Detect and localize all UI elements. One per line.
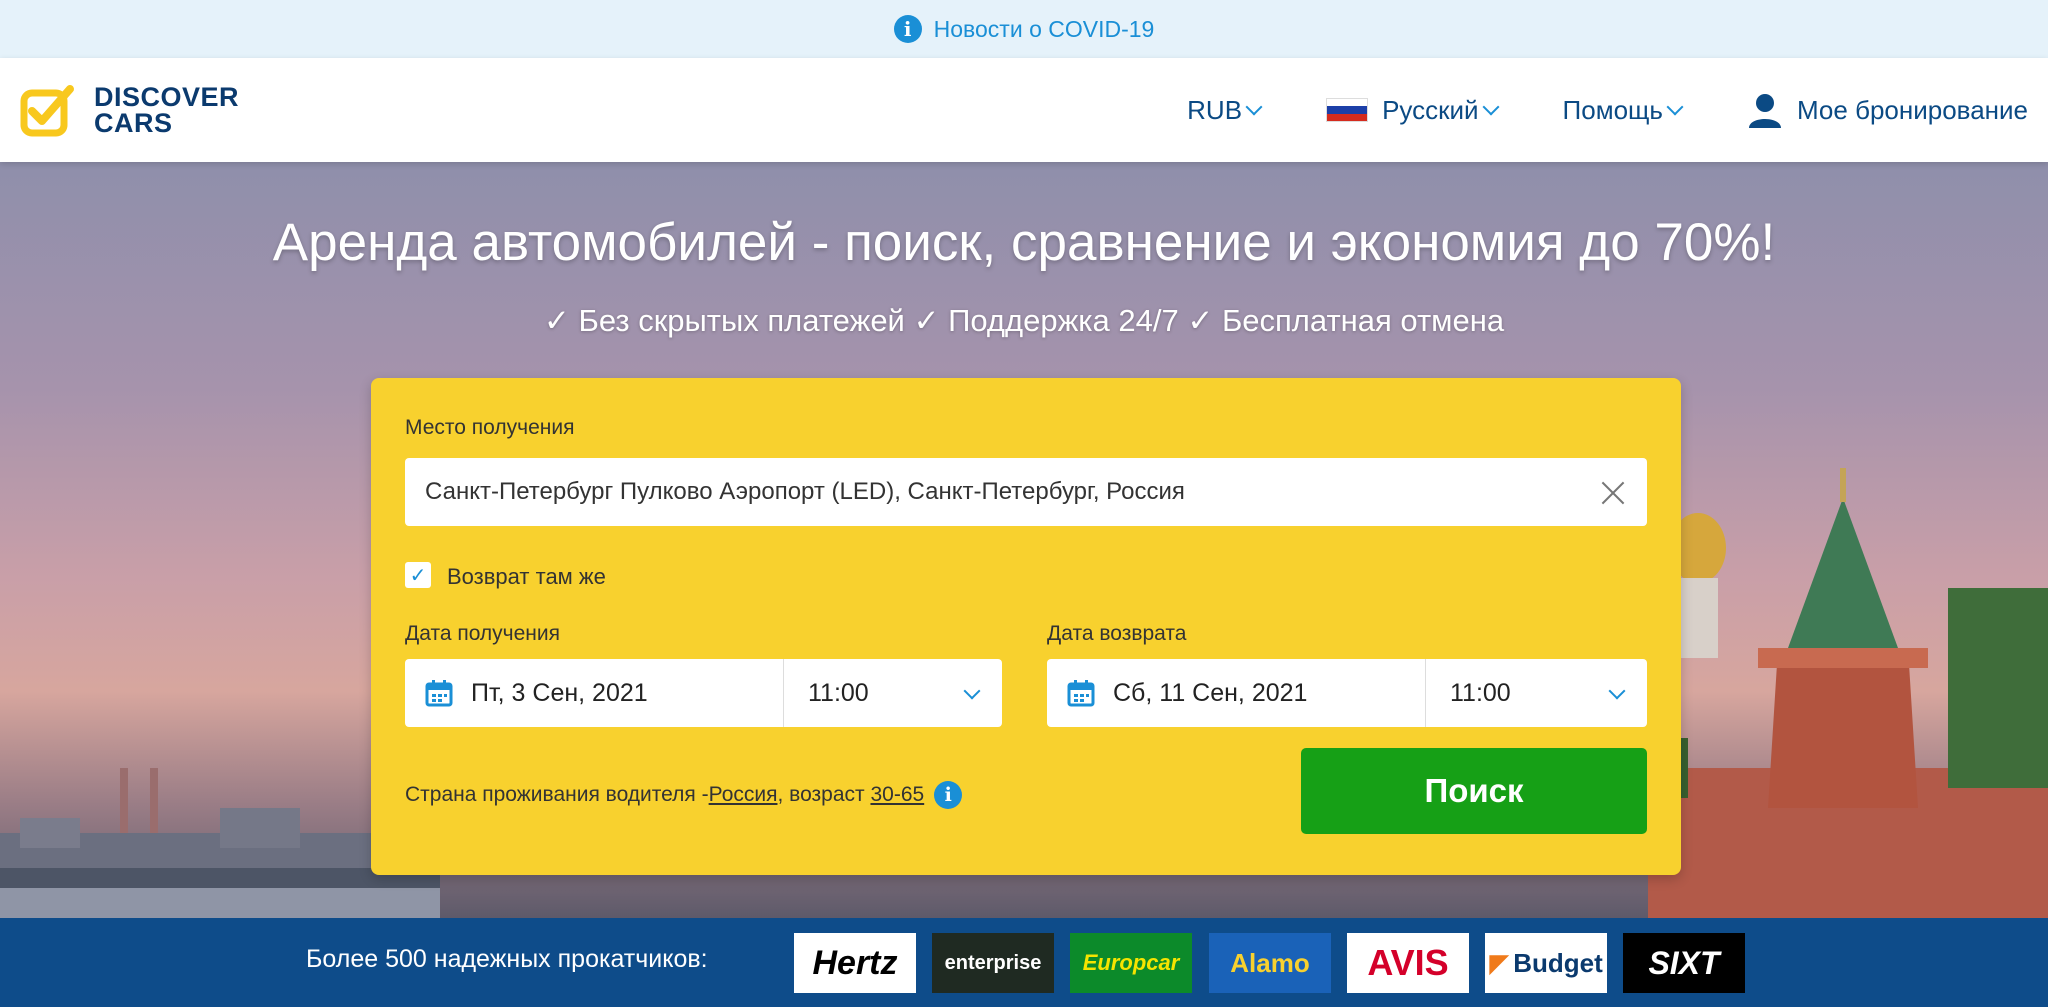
- residence-country-link[interactable]: Россия: [709, 783, 778, 807]
- user-icon: [1748, 94, 1781, 128]
- covid-banner[interactable]: i Новости о COVID-19: [0, 0, 2048, 58]
- russia-flag-icon: [1326, 98, 1369, 122]
- same-return-checkbox[interactable]: ✓: [405, 562, 431, 588]
- same-return-label: Возврат там же: [447, 564, 606, 589]
- pickup-location-input[interactable]: Санкт-Петербург Пулково Аэропорт (LED), …: [405, 458, 1647, 526]
- logo-check-icon: [20, 85, 74, 137]
- chevron-down-icon: [1482, 98, 1500, 116]
- partners-label: Более 500 надежных прокатчиков:: [306, 945, 708, 973]
- chevron-down-icon: [1608, 682, 1626, 700]
- calendar-icon: [1067, 680, 1095, 707]
- chevron-down-icon: [1245, 98, 1263, 116]
- help-menu[interactable]: Помощь: [1563, 95, 1684, 126]
- driver-residence: Страна проживания водителя - Россия , во…: [405, 781, 963, 809]
- info-icon: i: [893, 15, 922, 43]
- hero-subtitle: ✓ Без скрытых платежей ✓ Поддержка 24/7 …: [543, 303, 1505, 338]
- pickup-location-label: Место получения: [405, 416, 575, 439]
- search-form: Место получения Санкт-Петербург Пулково …: [371, 378, 1681, 875]
- pickup-time-select[interactable]: 11:00: [783, 659, 1002, 727]
- return-date-label: Дата возврата: [1047, 622, 1187, 645]
- partners-bar: Более 500 надежных прокатчиков: Hertz en…: [0, 918, 2048, 1007]
- search-button[interactable]: Поиск: [1301, 748, 1647, 834]
- budget-mark-icon: ◤: [1489, 947, 1510, 978]
- driver-age-link[interactable]: 30-65: [870, 783, 924, 807]
- calendar-icon: [425, 680, 453, 707]
- currency-selector[interactable]: RUB: [1187, 95, 1263, 126]
- enterprise-logo: enterprise: [932, 933, 1054, 993]
- site-header: DISCOVER CARS RUB Русский Помощь Мое бро…: [0, 58, 2048, 162]
- hero-title: Аренда автомобилей - поиск, сравнение и …: [272, 213, 1776, 272]
- my-booking-link[interactable]: Мое бронирование: [1747, 92, 2028, 128]
- logo-text: DISCOVER CARS: [94, 82, 240, 138]
- pickup-date-field[interactable]: Пт, 3 Сен, 2021 11:00: [405, 659, 1002, 727]
- pickup-date-label: Дата получения: [405, 622, 560, 645]
- alamo-logo: Alamo: [1209, 933, 1331, 993]
- avis-logo: AVIS: [1347, 933, 1469, 993]
- hertz-logo: Hertz: [794, 933, 916, 993]
- return-date-field[interactable]: Сб, 11 Сен, 2021 11:00: [1047, 659, 1647, 727]
- header-nav: RUB Русский Помощь Мое бронирование: [1121, 58, 2028, 162]
- pickup-date-picker[interactable]: Пт, 3 Сен, 2021: [405, 659, 783, 727]
- chevron-down-icon: [963, 682, 981, 700]
- return-date-picker[interactable]: Сб, 11 Сен, 2021: [1047, 659, 1425, 727]
- covid-news-link[interactable]: Новости о COVID-19: [934, 16, 1155, 43]
- chevron-down-icon: [1666, 98, 1684, 116]
- logo[interactable]: DISCOVER CARS: [20, 83, 239, 137]
- sixt-logo: SIXT: [1623, 933, 1745, 993]
- hero-section: Аренда автомобилей - поиск, сравнение и …: [0, 162, 2048, 918]
- return-time-select[interactable]: 11:00: [1425, 659, 1647, 727]
- kremlin-tower: [1648, 468, 2048, 918]
- europcar-logo: Europcar: [1070, 933, 1192, 993]
- budget-logo: ◤ Budget: [1485, 933, 1607, 993]
- info-icon[interactable]: i: [934, 781, 963, 809]
- close-icon[interactable]: [1601, 480, 1625, 504]
- language-selector[interactable]: Русский: [1326, 95, 1500, 126]
